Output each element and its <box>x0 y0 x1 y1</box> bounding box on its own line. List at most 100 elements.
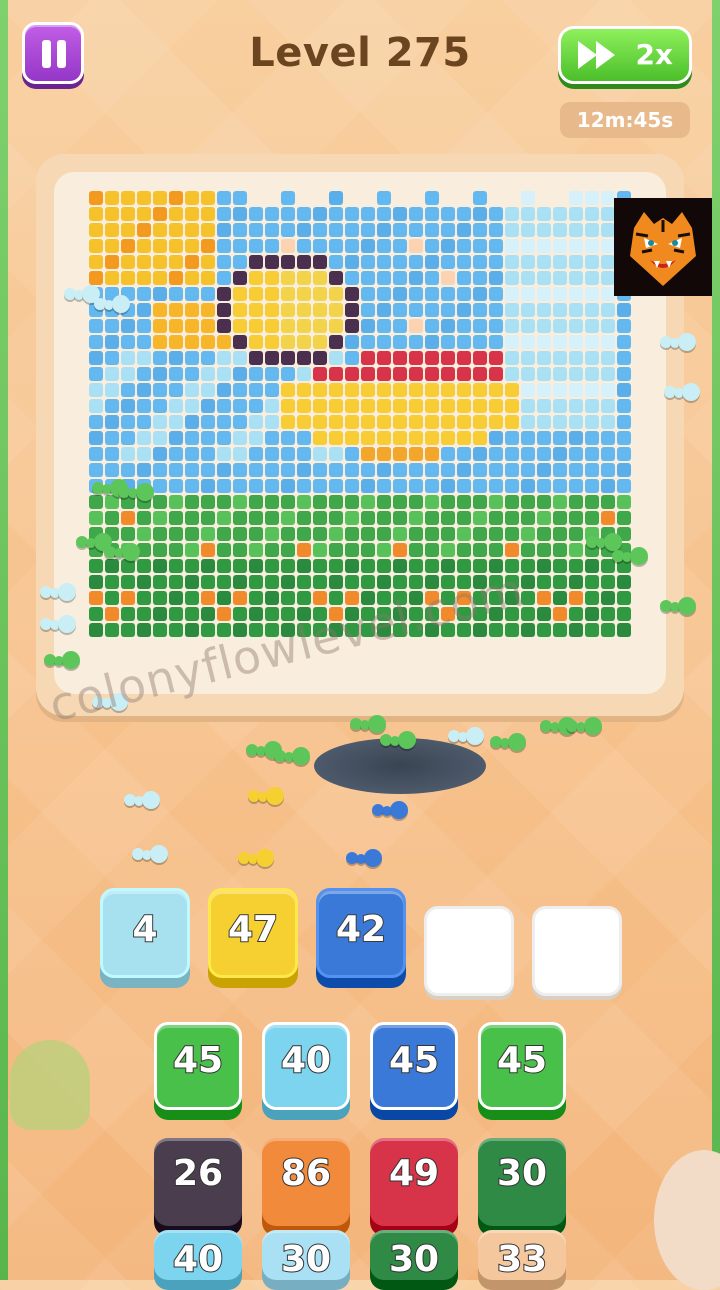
pixel-cell <box>521 431 535 445</box>
pixel-cell <box>185 207 199 221</box>
pixel-cell <box>249 207 263 221</box>
pixel-cell <box>441 399 455 413</box>
pixel-cell <box>537 591 551 605</box>
pixel-cell <box>185 239 199 253</box>
pixel-cell <box>121 383 135 397</box>
pixel-cell <box>553 415 567 429</box>
pixel-cell <box>217 271 231 285</box>
pixel-cell <box>313 431 327 445</box>
pixel-cell <box>233 415 247 429</box>
pixel-cell <box>409 287 423 301</box>
pixel-cell <box>217 607 231 621</box>
pixel-cell <box>281 559 295 573</box>
pixel-cell <box>585 479 599 493</box>
pixel-cell <box>537 495 551 509</box>
color-tile[interactable]: 45 <box>478 1022 566 1110</box>
pixel-cell <box>121 463 135 477</box>
pixel-cell <box>121 575 135 589</box>
pixel-cell <box>569 623 583 637</box>
pixel-cell <box>153 303 167 317</box>
pixel-cell <box>185 303 199 317</box>
pixel-cell <box>329 415 343 429</box>
pixel-cell <box>281 463 295 477</box>
color-tile[interactable]: 45 <box>370 1022 458 1110</box>
color-tile[interactable]: 33 <box>478 1230 566 1281</box>
color-tile[interactable]: 40 <box>262 1022 350 1110</box>
pixel-cell <box>281 399 295 413</box>
pixel-cell <box>393 399 407 413</box>
pixel-cell <box>217 319 231 333</box>
pixel-cell <box>425 447 439 461</box>
pixel-cell <box>377 319 391 333</box>
pixel-cell <box>441 447 455 461</box>
pixel-cell <box>201 191 215 205</box>
pixel-cell <box>553 623 567 637</box>
pixel-cell <box>393 447 407 461</box>
color-tile[interactable]: 40 <box>154 1230 242 1281</box>
pixel-cell <box>233 399 247 413</box>
pixel-cell <box>601 191 615 205</box>
color-tile[interactable]: 30 <box>370 1230 458 1281</box>
pixel-cell <box>377 479 391 493</box>
pixel-cell <box>281 431 295 445</box>
color-tile[interactable]: 49 <box>370 1138 458 1226</box>
pixel-cell <box>585 191 599 205</box>
pixel-cell <box>537 351 551 365</box>
pixel-cell <box>601 415 615 429</box>
color-tile[interactable]: 30 <box>262 1230 350 1281</box>
pixel-cell <box>457 383 471 397</box>
pixel-cell <box>233 479 247 493</box>
pixel-cell <box>489 463 503 477</box>
pixel-cell <box>185 351 199 365</box>
pixel-cell <box>249 351 263 365</box>
pixel-cell <box>361 207 375 221</box>
pixel-cell <box>489 207 503 221</box>
pixel-cell <box>441 527 455 541</box>
pixel-cell <box>345 575 359 589</box>
pixel-cell <box>153 399 167 413</box>
pixel-cell <box>201 559 215 573</box>
pixel-cell <box>601 239 615 253</box>
color-tile[interactable]: 30 <box>478 1138 566 1226</box>
pixel-cell <box>169 303 183 317</box>
pixel-cell <box>121 591 135 605</box>
pixel-cell <box>89 447 103 461</box>
pixel-cell <box>249 543 263 557</box>
pixel-cell <box>393 479 407 493</box>
pixel-cell <box>105 271 119 285</box>
pixel-cell <box>601 431 615 445</box>
color-tile[interactable]: 45 <box>154 1022 242 1110</box>
pixel-cell <box>265 223 279 237</box>
pixel-cell <box>105 383 119 397</box>
pixel-cell <box>249 399 263 413</box>
pixel-cell <box>553 543 567 557</box>
pixel-cell <box>457 479 471 493</box>
color-tile[interactable]: 86 <box>262 1138 350 1226</box>
pixel-cell <box>425 335 439 349</box>
pixel-cell <box>537 399 551 413</box>
pixel-cell <box>217 223 231 237</box>
pixel-cell <box>329 303 343 317</box>
pixel-cell <box>473 335 487 349</box>
pixel-cell <box>185 495 199 509</box>
tiger-avatar-icon <box>614 198 712 296</box>
pixel-cell <box>137 255 151 269</box>
pixel-cell <box>249 463 263 477</box>
pixel-cell <box>521 495 535 509</box>
ant-icon <box>372 798 408 824</box>
pixel-cell <box>217 415 231 429</box>
pixel-cell <box>409 351 423 365</box>
pixel-cell <box>329 527 343 541</box>
color-tile[interactable]: 26 <box>154 1138 242 1226</box>
pixel-cell <box>265 399 279 413</box>
pixel-cell <box>537 255 551 269</box>
pixel-cell <box>137 303 151 317</box>
pixel-cell <box>169 383 183 397</box>
speed-2x-button[interactable]: 2x <box>558 26 692 84</box>
pixel-cell <box>297 383 311 397</box>
pixel-cell <box>153 383 167 397</box>
pixel-cell <box>361 431 375 445</box>
pixel-cell <box>521 543 535 557</box>
pixel-cell <box>249 415 263 429</box>
pixel-cell <box>185 287 199 301</box>
